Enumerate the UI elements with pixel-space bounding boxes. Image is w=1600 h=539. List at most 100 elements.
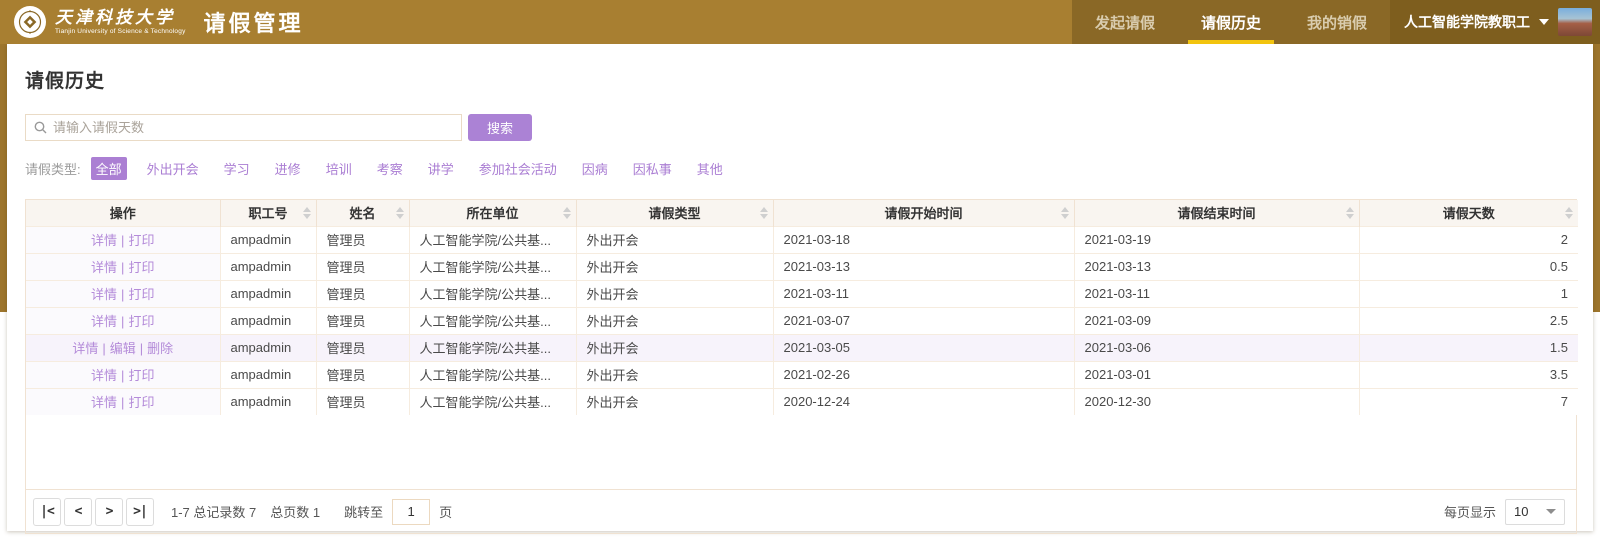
user-menu-button[interactable]: 人工智能学院教职工 (1390, 0, 1600, 44)
cell-end-date: 2020-12-30 (1074, 388, 1359, 415)
per-page-control: 每页显示 10 (1444, 499, 1565, 525)
column-header[interactable]: 请假天数 (1359, 200, 1578, 226)
cell-days: 2 (1359, 226, 1578, 253)
action-link[interactable]: 详情 (91, 260, 117, 275)
nav-tabs: 发起请假请假历史我的销假 (1072, 0, 1390, 44)
sort-icon (396, 207, 404, 219)
university-name-en: Tianjin University of Science & Technolo… (55, 28, 186, 35)
table-row: 详情|打印ampadmin管理员人工智能学院/公共基...外出开会2021-03… (26, 280, 1578, 307)
table-empty-area (26, 415, 1576, 489)
action-link[interactable]: 打印 (128, 260, 154, 275)
cell-employee-id: ampadmin (220, 253, 316, 280)
sort-icon (760, 207, 768, 219)
content-card: 请假历史 搜索 请假类型: 全部外出开会学习进修培训考察讲学参加社会活动因病因私… (7, 44, 1593, 531)
column-header[interactable]: 请假开始时间 (773, 200, 1074, 226)
cell-name: 管理员 (316, 334, 409, 361)
filter-chip[interactable]: 培训 (321, 157, 357, 180)
top-header-bar: 天津科技大学 Tianjin University of Science & T… (0, 0, 1600, 44)
per-page-select[interactable]: 10 (1505, 499, 1565, 525)
action-separator: | (121, 395, 124, 410)
action-link[interactable]: 详情 (91, 395, 117, 410)
table-header-row: 操作职工号姓名所在单位请假类型请假开始时间请假结束时间请假天数 (26, 200, 1578, 226)
last-page-button[interactable]: >| (126, 498, 154, 526)
action-link[interactable]: 详情 (72, 341, 98, 356)
cell-leave-type: 外出开会 (576, 253, 773, 280)
page-title: 请假历史 (25, 66, 1577, 93)
column-header[interactable]: 请假结束时间 (1074, 200, 1359, 226)
prev-page-button[interactable]: < (64, 498, 92, 526)
filter-chip[interactable]: 进修 (270, 157, 306, 180)
action-link[interactable]: 详情 (91, 233, 117, 248)
action-link[interactable]: 详情 (91, 287, 117, 302)
cell-actions: 详情|打印 (26, 280, 220, 307)
search-button[interactable]: 搜索 (468, 114, 532, 141)
page-jump: 跳转至 页 (344, 499, 452, 525)
cell-name: 管理员 (316, 253, 409, 280)
cell-end-date: 2021-03-13 (1074, 253, 1359, 280)
action-separator: | (102, 341, 105, 356)
cell-name: 管理员 (316, 307, 409, 334)
cell-leave-type: 外出开会 (576, 361, 773, 388)
filter-chip[interactable]: 其他 (692, 157, 728, 180)
next-page-button[interactable]: > (95, 498, 123, 526)
action-link[interactable]: 打印 (128, 395, 154, 410)
cell-unit: 人工智能学院/公共基... (409, 388, 576, 415)
table-row: 详情|打印ampadmin管理员人工智能学院/公共基...外出开会2021-03… (26, 253, 1578, 280)
nav-tab-1[interactable]: 请假历史 (1178, 0, 1284, 44)
cell-name: 管理员 (316, 280, 409, 307)
cell-employee-id: ampadmin (220, 307, 316, 334)
search-row: 搜索 (25, 114, 1577, 141)
cell-unit: 人工智能学院/公共基... (409, 280, 576, 307)
pagination-bar: |< < > >| 1-7 总记录数 7 总页数 1 跳转至 页 每页显示 10 (26, 489, 1576, 533)
action-link[interactable]: 删除 (147, 341, 173, 356)
column-header[interactable]: 请假类型 (576, 200, 773, 226)
nav-tab-2[interactable]: 我的销假 (1284, 0, 1390, 44)
column-header[interactable]: 职工号 (220, 200, 316, 226)
cell-employee-id: ampadmin (220, 388, 316, 415)
filter-chip[interactable]: 讲学 (423, 157, 459, 180)
cell-employee-id: ampadmin (220, 280, 316, 307)
column-header[interactable]: 所在单位 (409, 200, 576, 226)
app-title: 请假管理 (204, 6, 304, 38)
action-link[interactable]: 打印 (128, 287, 154, 302)
filter-chip[interactable]: 学习 (219, 157, 255, 180)
jump-suffix: 页 (439, 502, 452, 521)
cell-days: 0.5 (1359, 253, 1578, 280)
cell-leave-type: 外出开会 (576, 307, 773, 334)
action-link[interactable]: 打印 (128, 368, 154, 383)
filter-chip[interactable]: 考察 (372, 157, 408, 180)
table-row: 详情|编辑|删除ampadmin管理员人工智能学院/公共基...外出开会2021… (26, 334, 1578, 361)
search-input[interactable] (53, 120, 453, 135)
table-body: 详情|打印ampadmin管理员人工智能学院/公共基...外出开会2021-03… (26, 226, 1578, 415)
filter-chip[interactable]: 因私事 (628, 157, 677, 180)
action-separator: | (140, 341, 143, 356)
action-link[interactable]: 详情 (91, 314, 117, 329)
filter-chip[interactable]: 全部 (91, 157, 127, 180)
filter-chip[interactable]: 参加社会活动 (474, 157, 562, 180)
filter-chip[interactable]: 因病 (577, 157, 613, 180)
nav-tab-0[interactable]: 发起请假 (1072, 0, 1178, 44)
action-link[interactable]: 打印 (128, 233, 154, 248)
action-link[interactable]: 编辑 (110, 341, 136, 356)
column-header[interactable]: 姓名 (316, 200, 409, 226)
university-logo-icon (14, 6, 46, 38)
action-link[interactable]: 详情 (91, 368, 117, 383)
first-page-button[interactable]: |< (33, 498, 61, 526)
cell-actions: 详情|打印 (26, 361, 220, 388)
cell-actions: 详情 | 打印 (26, 388, 220, 415)
sort-icon (303, 207, 311, 219)
filter-chip[interactable]: 外出开会 (142, 157, 204, 180)
jump-page-input[interactable] (392, 499, 430, 525)
action-link[interactable]: 打印 (128, 314, 154, 329)
cell-leave-type: 外出开会 (576, 226, 773, 253)
table-row: 详情|打印ampadmin管理员人工智能学院/公共基...外出开会2021-02… (26, 361, 1578, 388)
cell-employee-id: ampadmin (220, 334, 316, 361)
header-brand: 天津科技大学 Tianjin University of Science & T… (0, 0, 1072, 44)
cell-unit: 人工智能学院/公共基... (409, 253, 576, 280)
cell-unit: 人工智能学院/公共基... (409, 361, 576, 388)
cell-start-date: 2021-03-05 (773, 334, 1074, 361)
chevron-down-icon (1546, 509, 1556, 514)
leave-history-table: 操作职工号姓名所在单位请假类型请假开始时间请假结束时间请假天数 详情|打印amp… (26, 200, 1578, 415)
total-pages-text: 总页数 1 (270, 502, 320, 521)
cell-end-date: 2021-03-19 (1074, 226, 1359, 253)
